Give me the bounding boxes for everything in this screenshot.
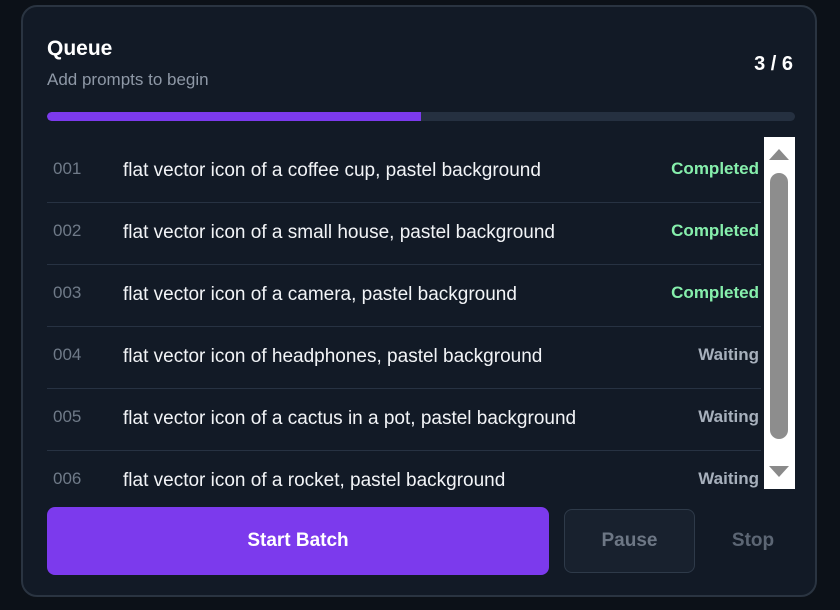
start-batch-button[interactable]: Start Batch <box>47 507 549 575</box>
queue-row-prompt: flat vector icon of headphones, pastel b… <box>123 346 543 367</box>
queue-counter: 3 / 6 <box>754 53 793 75</box>
scroll-thumb[interactable] <box>770 173 788 439</box>
queue-row[interactable]: 002 flat vector icon of a small house, pa… <box>47 203 761 265</box>
queue-row[interactable]: 006 flat vector icon of a rocket, pastel … <box>47 451 761 491</box>
queue-row-status: Completed <box>671 159 759 178</box>
queue-row-prompt: flat vector icon of a small house, paste… <box>123 222 555 243</box>
queue-row[interactable]: 003 flat vector icon of a camera, pastel … <box>47 265 761 327</box>
queue-row[interactable]: 004 flat vector icon of headphones, paste… <box>47 327 761 389</box>
queue-row-number: 005 <box>53 407 82 426</box>
queue-scrollbar[interactable] <box>764 137 795 489</box>
queue-row-status: Waiting <box>698 407 759 426</box>
queue-row-status: Completed <box>671 221 759 240</box>
progress-bar <box>47 112 795 121</box>
queue-row-prompt: flat vector icon of a camera, pastel bac… <box>123 284 517 305</box>
queue-row-prompt: flat vector icon of a rocket, pastel bac… <box>123 470 506 491</box>
queue-row[interactable]: 001 flat vector icon of a coffee cup, pas… <box>47 141 761 203</box>
queue-title: Queue <box>47 37 113 60</box>
queue-row[interactable]: 005 flat vector icon of a cactus in a pot… <box>47 389 761 451</box>
pause-button[interactable]: Pause <box>564 509 695 573</box>
stop-button[interactable]: Stop <box>713 509 793 573</box>
scroll-down-arrow-icon[interactable] <box>769 466 789 477</box>
queue-row-prompt: flat vector icon of a coffee cup, pastel… <box>123 160 541 181</box>
progress-bar-fill <box>47 112 421 121</box>
queue-list[interactable]: 001 flat vector icon of a coffee cup, pas… <box>47 141 761 491</box>
queue-row-prompt: flat vector icon of a cactus in a pot, p… <box>123 408 577 429</box>
queue-row-status: Completed <box>671 283 759 302</box>
queue-row-status: Waiting <box>698 469 759 488</box>
queue-row-number: 006 <box>53 469 82 488</box>
queue-row-number: 004 <box>53 345 82 364</box>
queue-row-status: Waiting <box>698 345 759 364</box>
scroll-up-arrow-icon[interactable] <box>769 149 789 160</box>
queue-row-number: 001 <box>53 159 82 178</box>
queue-row-number: 003 <box>53 283 82 302</box>
queue-panel: Queue Add prompts to begin 3 / 6 001 flat… <box>21 5 817 597</box>
queue-row-number: 002 <box>53 221 82 240</box>
queue-subtitle: Add prompts to begin <box>47 70 209 89</box>
